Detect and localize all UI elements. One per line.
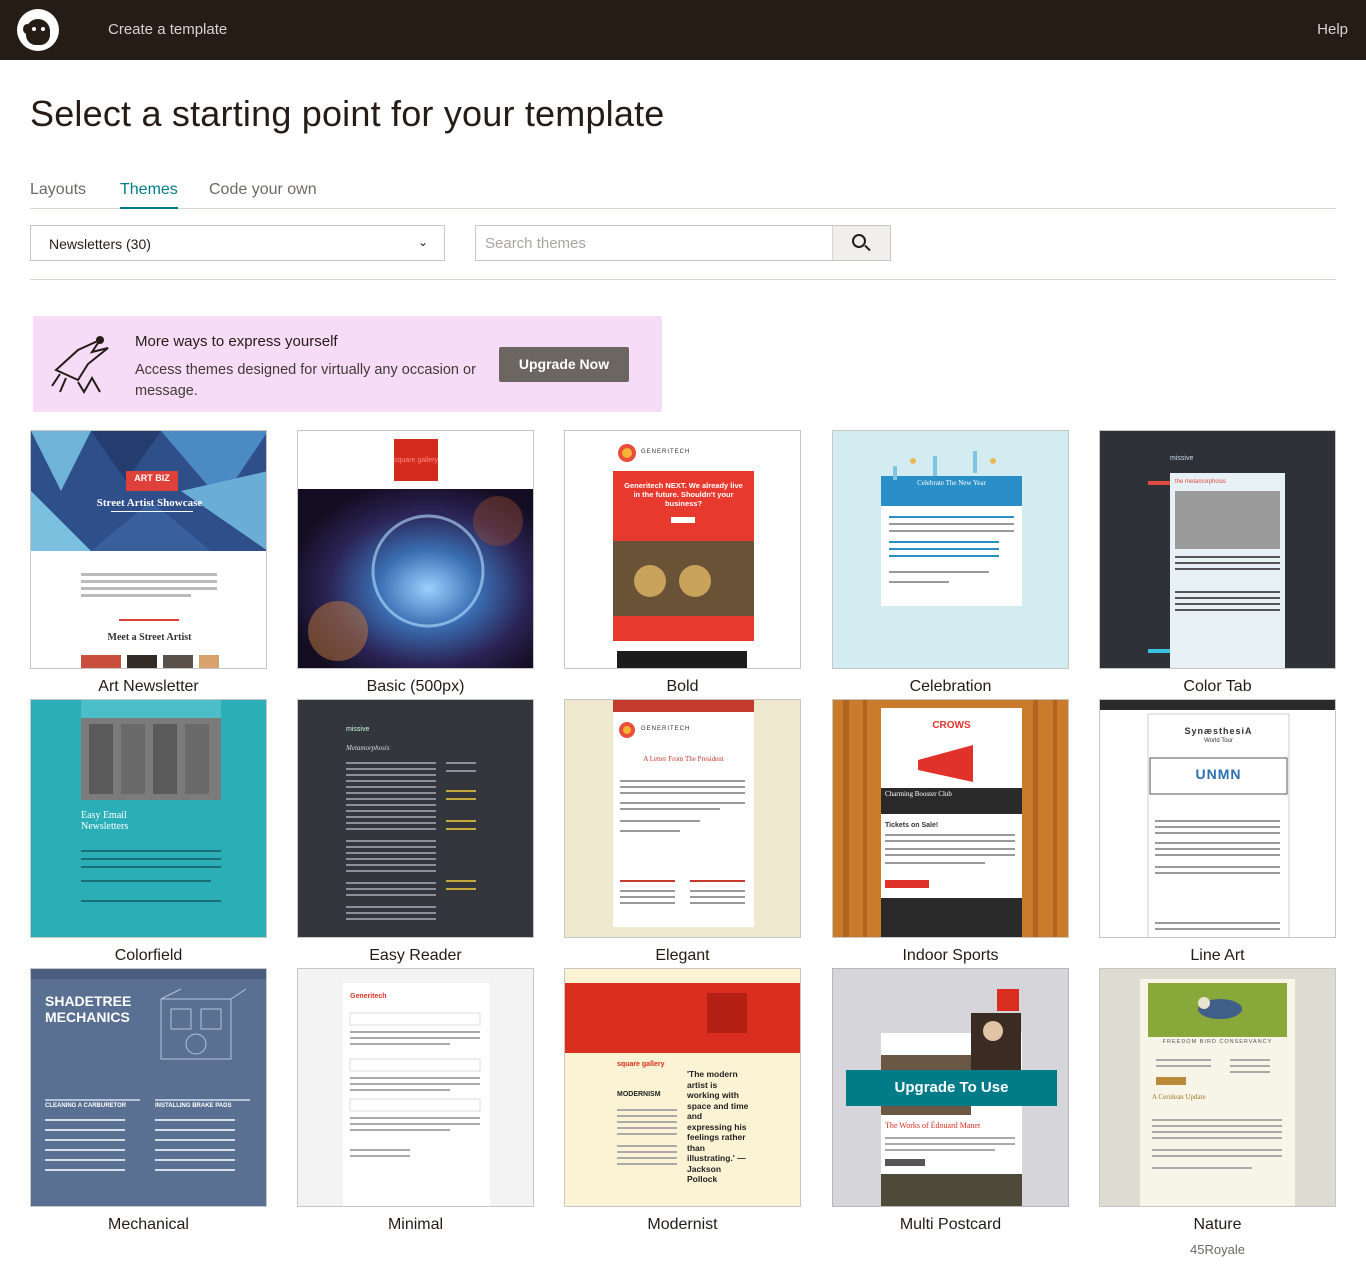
- theme-preview[interactable]: SHADETREE MECHANICS CLEANING A CARBURETO…: [30, 968, 267, 1207]
- elegant-preview: [565, 700, 800, 937]
- search-box: [475, 225, 891, 261]
- help-link[interactable]: Help: [1317, 21, 1348, 38]
- minimal-preview: [298, 969, 533, 1206]
- upgrade-to-use-button[interactable]: Upgrade To Use: [846, 1070, 1057, 1106]
- theme-name: Line Art: [1190, 947, 1245, 964]
- preview-logo: UNMN: [1195, 766, 1242, 782]
- tab-themes[interactable]: Themes: [120, 181, 178, 209]
- theme-name: Color Tab: [1183, 678, 1252, 695]
- promo-text: Access themes designed for virtually any…: [135, 362, 476, 399]
- preview-subheading: Tickets on Sale!: [885, 822, 939, 829]
- theme-preview[interactable]: square gallery MODERNISM 'The modern art…: [564, 968, 801, 1207]
- preview-heading: Celebrate The New Year: [917, 479, 986, 487]
- theme-preview[interactable]: The Works of Édouard Manet Upgrade To Us…: [832, 968, 1069, 1207]
- theme-name: Colorfield: [114, 947, 183, 964]
- logo-face: [26, 19, 50, 45]
- theme-name: Mechanical: [108, 1216, 189, 1233]
- theme-preview[interactable]: missive the metamorphosis: [1099, 430, 1336, 669]
- tab-code-your-own[interactable]: Code your own: [209, 181, 317, 209]
- theme-preview[interactable]: Generitech: [297, 968, 534, 1207]
- mailchimp-logo-icon[interactable]: [17, 9, 59, 51]
- celebration-preview: [833, 431, 1068, 668]
- preview-heading: the metamorphosis: [1175, 479, 1227, 485]
- preview-heading: SynæsthesiA: [1184, 726, 1253, 736]
- preview-logo: ART BIZ: [134, 473, 170, 483]
- indoor-sports-preview: [833, 700, 1068, 937]
- basic-preview: [298, 431, 533, 668]
- search-input[interactable]: [476, 226, 833, 260]
- category-select[interactable]: Newsletters (30) ⌄: [30, 225, 445, 261]
- logo-eye: [32, 27, 36, 31]
- theme-preview[interactable]: GENERITECH A Letter From The President: [564, 699, 801, 938]
- search-icon-handle: [864, 244, 871, 252]
- theme-name: Easy Reader: [369, 947, 462, 964]
- theme-preview[interactable]: Celebrate The New Year: [832, 430, 1069, 669]
- preview-heading: SHADETREE MECHANICS: [45, 993, 132, 1025]
- theme-preview[interactable]: ART BIZ Street Artist Showcase Meet a St…: [30, 430, 267, 669]
- easy-reader-preview: [298, 700, 533, 937]
- preview-heading: Generitech NEXT. We already live in the …: [624, 481, 743, 508]
- tab-bar: Layouts Themes Code your own: [30, 178, 1336, 209]
- preview-quote: 'The modern artist is working with space…: [687, 1069, 749, 1184]
- theme-name: Nature: [1193, 1216, 1242, 1233]
- upgrade-now-button[interactable]: Upgrade Now: [499, 347, 629, 382]
- bold-preview: [565, 431, 800, 668]
- theme-preview[interactable]: Easy Email Newsletters: [30, 699, 267, 938]
- theme-preview[interactable]: CROWS Charming Booster Club Tickets on S…: [832, 699, 1069, 938]
- upgrade-promo-banner: More ways to express yourself Access the…: [33, 316, 662, 412]
- preview-heading: Metamorphosis: [346, 744, 390, 752]
- logo-eye: [41, 27, 45, 31]
- category-select-value: Newsletters (30): [49, 236, 151, 252]
- preview-heading: FREEDOM BIRD CONSERVANCY: [1162, 1039, 1273, 1045]
- preview-heading: Easy Email Newsletters: [81, 810, 129, 832]
- divider: [30, 279, 1336, 280]
- preview-subheading: CLEANING A CARBURETOR: [45, 1103, 127, 1109]
- theme-name: Basic (500px): [366, 678, 465, 695]
- theme-preview[interactable]: square gallery: [297, 430, 534, 669]
- theme-preview[interactable]: missive Metamorphosis: [297, 699, 534, 938]
- preview-logo: square gallery: [394, 457, 438, 464]
- preview-logo: GENERITECH: [641, 449, 691, 455]
- theme-name: Art Newsletter: [98, 678, 199, 695]
- preview-logo: square gallery: [617, 1061, 665, 1068]
- rocket-person-illustration-icon: [51, 336, 109, 394]
- theme-name: Bold: [666, 678, 699, 695]
- preview-subheading: Meet a Street Artist: [107, 632, 192, 643]
- theme-name: Modernist: [647, 1216, 718, 1233]
- preview-logo: GENERITECH: [641, 726, 691, 732]
- chevron-down-icon: ⌄: [417, 235, 428, 249]
- modernist-preview: [565, 969, 800, 1206]
- preview-heading: MODERNISM: [617, 1091, 661, 1098]
- theme-preview[interactable]: GENERITECH Generitech NEXT. We already l…: [564, 430, 801, 669]
- search-button[interactable]: [832, 226, 890, 260]
- tab-layouts[interactable]: Layouts: [30, 181, 86, 209]
- theme-name: Multi Postcard: [899, 1216, 1002, 1233]
- preview-logo: Generitech: [350, 993, 387, 1000]
- preview-subheading: World Tour: [1204, 738, 1233, 744]
- preview-logo: missive: [1170, 455, 1194, 462]
- preview-heading: Street Artist Showcase: [96, 497, 203, 509]
- theme-preview[interactable]: SynæsthesiA World Tour UNMN: [1099, 699, 1336, 938]
- page-title: Select a starting point for your templat…: [30, 93, 665, 134]
- color-tab-preview: [1100, 431, 1335, 668]
- promo-heading: More ways to express yourself: [135, 333, 338, 350]
- preview-logo: CROWS: [932, 720, 971, 731]
- theme-name: Indoor Sports: [902, 947, 999, 964]
- preview-heading: A Letter From The President: [643, 755, 724, 763]
- theme-name: Minimal: [387, 1216, 444, 1233]
- theme-name: Celebration: [909, 678, 992, 695]
- nature-preview: [1100, 969, 1335, 1206]
- app-title: Create a template: [108, 21, 228, 38]
- top-bar: Create a template Help: [0, 0, 1366, 60]
- theme-author: 45Royale: [1190, 1242, 1245, 1257]
- preview-heading: The Works of Édouard Manet: [885, 1121, 981, 1130]
- preview-subheading-2: INSTALLING BRAKE PADS: [155, 1103, 232, 1109]
- theme-name: Elegant: [655, 947, 710, 964]
- preview-logo: missive: [346, 726, 370, 733]
- preview-subheading: A Cerulean Update: [1152, 1093, 1206, 1101]
- preview-heading: Charming Booster Club: [885, 790, 952, 798]
- theme-preview[interactable]: FREEDOM BIRD CONSERVANCY A Cerulean Upda…: [1099, 968, 1336, 1207]
